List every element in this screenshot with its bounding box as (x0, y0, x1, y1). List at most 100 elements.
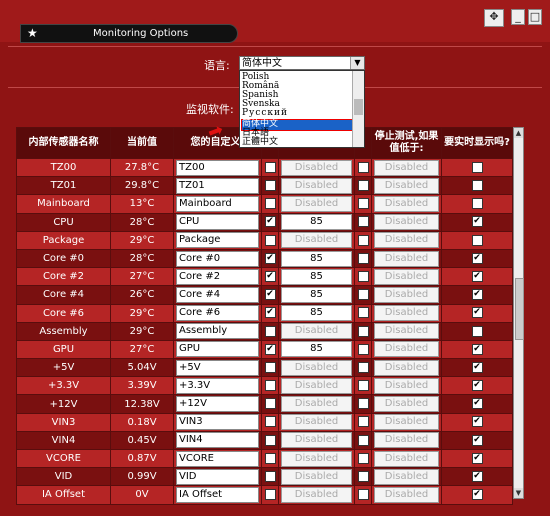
below-value-input[interactable]: Disabled (374, 214, 439, 231)
realtime-checkbox[interactable]: ✔ (471, 289, 483, 301)
realtime-checkbox[interactable]: ✔ (471, 434, 483, 446)
below-checkbox[interactable] (357, 325, 369, 337)
above-value-input[interactable]: 85 (281, 305, 352, 322)
below-value-input[interactable]: Disabled (374, 486, 439, 503)
realtime-checkbox[interactable]: ✔ (471, 416, 483, 428)
title-bar[interactable]: ★ Monitoring Options ✥ _ □ (0, 0, 550, 43)
language-select[interactable]: 简体中文 ▼ (239, 56, 365, 70)
above-checkbox[interactable] (264, 234, 276, 246)
above-checkbox[interactable] (264, 161, 276, 173)
custom-name-input[interactable]: +5V (176, 359, 259, 376)
above-checkbox[interactable] (264, 198, 276, 210)
below-value-input[interactable]: Disabled (374, 432, 439, 449)
custom-name-input[interactable]: CPU (176, 214, 259, 231)
realtime-checkbox[interactable]: ✔ (471, 361, 483, 373)
dropdown-option[interactable]: 正體中文 (242, 138, 278, 147)
custom-name-input[interactable]: VIN3 (176, 414, 259, 431)
scroll-thumb[interactable] (515, 278, 524, 340)
above-value-input[interactable]: Disabled (281, 396, 352, 413)
above-value-input[interactable]: Disabled (281, 232, 352, 249)
above-checkbox[interactable]: ✔ (264, 270, 276, 282)
below-checkbox[interactable] (357, 270, 369, 282)
dropdown-scrollbar[interactable] (352, 71, 364, 147)
below-checkbox[interactable] (357, 180, 369, 192)
above-checkbox[interactable] (264, 489, 276, 501)
custom-name-input[interactable]: Core #2 (176, 268, 259, 285)
below-checkbox[interactable] (357, 489, 369, 501)
realtime-checkbox[interactable]: ✔ (471, 452, 483, 464)
above-checkbox[interactable] (264, 361, 276, 373)
above-checkbox[interactable] (264, 452, 276, 464)
custom-name-input[interactable]: Core #4 (176, 286, 259, 303)
above-value-input[interactable]: Disabled (281, 177, 352, 194)
above-value-input[interactable]: 85 (281, 286, 352, 303)
above-value-input[interactable]: 85 (281, 341, 352, 358)
below-value-input[interactable]: Disabled (374, 177, 439, 194)
language-dropdown-list[interactable]: Polish Română Spanish Svenska Русский 简体… (239, 70, 365, 148)
realtime-checkbox[interactable]: ✔ (471, 216, 483, 228)
below-value-input[interactable]: Disabled (374, 305, 439, 322)
above-checkbox[interactable] (264, 398, 276, 410)
above-checkbox[interactable]: ✔ (264, 289, 276, 301)
below-value-input[interactable]: Disabled (374, 396, 439, 413)
below-value-input[interactable]: Disabled (374, 450, 439, 467)
below-value-input[interactable]: Disabled (374, 195, 439, 212)
table-scrollbar[interactable]: ▲ ▼ (513, 127, 524, 499)
above-checkbox[interactable] (264, 380, 276, 392)
below-value-input[interactable]: Disabled (374, 323, 439, 340)
realtime-checkbox[interactable]: ✔ (471, 398, 483, 410)
custom-name-input[interactable]: TZ00 (176, 159, 259, 176)
above-value-input[interactable]: Disabled (281, 323, 352, 340)
minimize-button[interactable]: _ (511, 9, 525, 25)
custom-name-input[interactable]: +12V (176, 396, 259, 413)
realtime-checkbox[interactable]: ✔ (471, 252, 483, 264)
above-checkbox[interactable] (264, 325, 276, 337)
realtime-checkbox[interactable] (471, 198, 483, 210)
below-value-input[interactable]: Disabled (374, 268, 439, 285)
below-value-input[interactable]: Disabled (374, 286, 439, 303)
below-value-input[interactable]: Disabled (374, 468, 439, 485)
below-checkbox[interactable] (357, 289, 369, 301)
below-checkbox[interactable] (357, 452, 369, 464)
below-checkbox[interactable] (357, 234, 369, 246)
below-checkbox[interactable] (357, 198, 369, 210)
above-value-input[interactable]: 85 (281, 268, 352, 285)
realtime-checkbox[interactable]: ✔ (471, 489, 483, 501)
below-value-input[interactable]: Disabled (374, 232, 439, 249)
above-value-input[interactable]: Disabled (281, 359, 352, 376)
custom-name-input[interactable]: +3.3V (176, 377, 259, 394)
above-checkbox[interactable] (264, 471, 276, 483)
below-checkbox[interactable] (357, 161, 369, 173)
above-value-input[interactable]: Disabled (281, 414, 352, 431)
below-checkbox[interactable] (357, 216, 369, 228)
custom-name-input[interactable]: Mainboard (176, 195, 259, 212)
below-checkbox[interactable] (357, 416, 369, 428)
realtime-checkbox[interactable]: ✔ (471, 270, 483, 282)
custom-name-input[interactable]: VCORE (176, 450, 259, 467)
realtime-checkbox[interactable] (471, 234, 483, 246)
chevron-down-icon[interactable]: ▼ (350, 57, 364, 69)
above-value-input[interactable]: 85 (281, 250, 352, 267)
below-checkbox[interactable] (357, 398, 369, 410)
realtime-checkbox[interactable]: ✔ (471, 471, 483, 483)
custom-name-input[interactable]: GPU (176, 341, 259, 358)
below-value-input[interactable]: Disabled (374, 250, 439, 267)
above-value-input[interactable]: Disabled (281, 195, 352, 212)
below-value-input[interactable]: Disabled (374, 159, 439, 176)
close-button[interactable]: □ (528, 9, 542, 25)
above-checkbox[interactable] (264, 180, 276, 192)
above-value-input[interactable]: Disabled (281, 450, 352, 467)
custom-name-input[interactable]: VIN4 (176, 432, 259, 449)
above-value-input[interactable]: Disabled (281, 377, 352, 394)
realtime-checkbox[interactable] (471, 180, 483, 192)
below-checkbox[interactable] (357, 471, 369, 483)
below-checkbox[interactable] (357, 380, 369, 392)
above-value-input[interactable]: Disabled (281, 432, 352, 449)
scroll-up-icon[interactable]: ▲ (514, 128, 523, 138)
custom-name-input[interactable]: TZ01 (176, 177, 259, 194)
above-checkbox[interactable]: ✔ (264, 216, 276, 228)
realtime-checkbox[interactable]: ✔ (471, 380, 483, 392)
custom-name-input[interactable]: Core #0 (176, 250, 259, 267)
custom-name-input[interactable]: Core #6 (176, 305, 259, 322)
above-checkbox[interactable]: ✔ (264, 252, 276, 264)
